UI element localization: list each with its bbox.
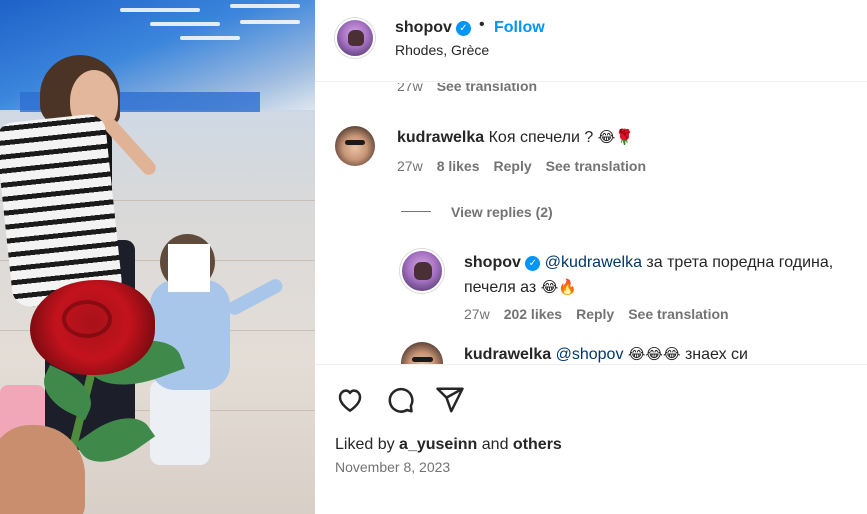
see-translation-button[interactable]: See translation <box>546 158 646 174</box>
verified-badge-icon: ✓ <box>525 256 541 271</box>
post-header: shopov ✓ • Follow Rhodes, Grèce <box>315 0 867 82</box>
photo-child-arm <box>225 276 285 318</box>
photo-light <box>240 20 300 24</box>
photo-rose-petal <box>62 300 112 338</box>
reply-likes[interactable]: 202 likes <box>504 306 562 322</box>
reply-text-line2: печеля аз <box>464 279 537 296</box>
photo-light <box>120 8 200 12</box>
reply-age: 27w <box>464 306 490 322</box>
reply-text: знаех си <box>684 346 748 363</box>
photo-light <box>230 4 300 8</box>
photo-light <box>150 22 220 26</box>
comment-emoji: 😂🌹 <box>597 128 634 146</box>
follow-button[interactable]: Follow <box>494 19 545 37</box>
comment-icon[interactable] <box>385 385 415 420</box>
liked-by-prefix: Liked by <box>335 436 395 453</box>
post-date[interactable]: November 8, 2023 <box>335 459 450 475</box>
reply-emoji: 😂😂😂 <box>627 345 681 363</box>
author-username[interactable]: shopov <box>395 19 452 37</box>
post-photo[interactable] <box>0 0 315 514</box>
heart-icon[interactable] <box>335 385 365 420</box>
liked-by-user[interactable]: a_yuseinn <box>399 436 477 453</box>
replier-avatar[interactable] <box>400 249 444 293</box>
commenter-username[interactable]: kudrawelka <box>397 129 484 146</box>
replier-username[interactable]: shopov <box>464 254 521 271</box>
photo-striped-sweater <box>0 112 124 309</box>
comment-meta: 27w 8 likes Reply See translation <box>397 158 660 174</box>
reply-text-line1: за трета поредна година, <box>646 254 834 271</box>
verified-badge-icon: ✓ <box>456 21 471 36</box>
comment-age: 27w <box>397 158 423 174</box>
author-avatar[interactable] <box>335 18 375 58</box>
post-location[interactable]: Rhodes, Grèce <box>395 42 489 58</box>
photo-child-legs <box>150 380 210 465</box>
comment-meta: 27w See translation <box>397 83 551 94</box>
view-replies-line <box>401 211 431 212</box>
reply-meta: 27w 202 likes Reply See translation <box>464 306 743 322</box>
liked-by-others[interactable]: others <box>513 436 562 453</box>
photo-light <box>180 36 240 40</box>
reply-mention[interactable]: @shopov <box>556 346 624 363</box>
replier-avatar[interactable] <box>401 342 443 364</box>
replier-username[interactable]: kudrawelka <box>464 346 551 363</box>
reply-mention[interactable]: @kudrawelka <box>545 254 642 271</box>
post-actions: Liked by a_yuseinn and others November 8… <box>315 364 867 514</box>
reply-button[interactable]: Reply <box>494 158 532 174</box>
reply-button[interactable]: Reply <box>576 306 614 322</box>
comment-body: kudrawelka Коя спечели ? 😂🌹 <box>397 125 634 150</box>
photo-censor-box <box>168 244 210 292</box>
reply-body: shopov ✓ @kudrawelka за трета поредна го… <box>464 251 833 300</box>
comment-text: Коя спечели ? <box>488 129 594 146</box>
see-translation-button[interactable]: See translation <box>437 83 537 94</box>
comment-age: 27w <box>397 83 423 94</box>
reply-emoji: 😂🔥 <box>540 278 577 296</box>
liked-by-and: and <box>481 436 509 453</box>
share-icon[interactable] <box>435 385 465 420</box>
view-replies-button[interactable]: View replies (2) <box>451 204 553 220</box>
separator-dot: • <box>479 16 485 33</box>
see-translation-button[interactable]: See translation <box>628 306 728 322</box>
comments-list[interactable]: 27w See translation kudrawelka Коя спечел… <box>315 83 867 364</box>
post-side-panel: shopov ✓ • Follow Rhodes, Grèce 27w See t… <box>315 0 867 514</box>
reply-body: kudrawelka @shopov 😂😂😂 знаех си <box>464 342 748 364</box>
liked-by: Liked by a_yuseinn and others <box>335 436 562 454</box>
commenter-avatar[interactable] <box>335 126 375 166</box>
comment-likes[interactable]: 8 likes <box>437 158 480 174</box>
